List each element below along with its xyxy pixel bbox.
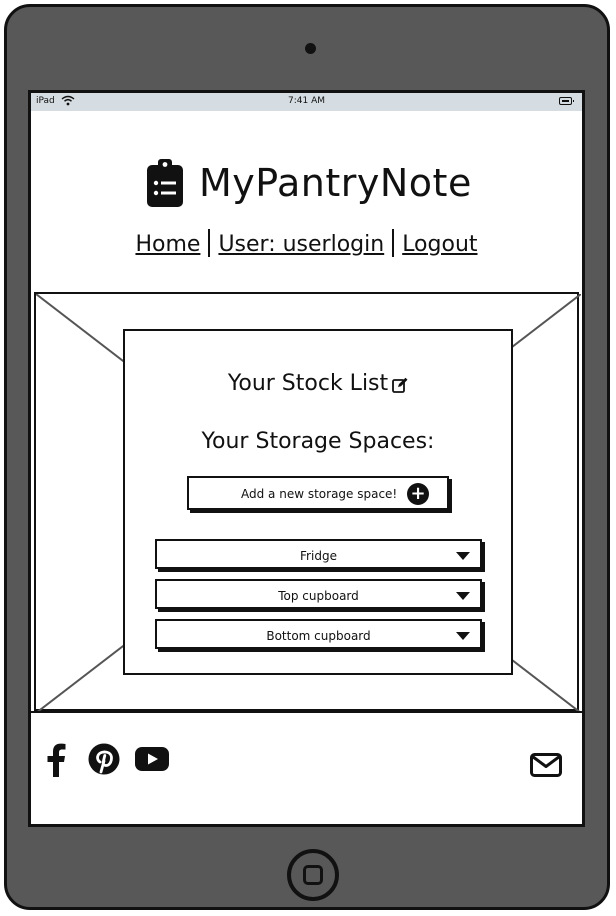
clipboard-list-icon bbox=[147, 159, 183, 211]
caret-down-icon bbox=[456, 632, 470, 640]
screen: iPad 7:41 AM MyPantryNote Home User: user… bbox=[28, 90, 585, 827]
plus-circle-icon: + bbox=[407, 483, 429, 505]
nav-user-link[interactable]: User: userlogin bbox=[218, 232, 384, 257]
stock-list-heading[interactable]: Your Stock List bbox=[125, 371, 511, 399]
nav-separator bbox=[392, 229, 395, 257]
storage-dropdown-top-cupboard[interactable]: Top cupboard bbox=[155, 579, 482, 609]
battery-icon bbox=[559, 97, 574, 105]
storage-card: Your Stock List Your Storage Spaces: Add… bbox=[123, 329, 513, 675]
brand-header: MyPantryNote bbox=[31, 153, 582, 213]
storage-dropdown-label: Fridge bbox=[300, 549, 337, 563]
caret-down-icon bbox=[456, 592, 470, 600]
nav-home-link[interactable]: Home bbox=[135, 232, 200, 257]
pinterest-icon[interactable] bbox=[88, 743, 120, 779]
storage-dropdown-label: Top cupboard bbox=[278, 589, 359, 603]
storage-dropdown-fridge[interactable]: Fridge bbox=[155, 539, 482, 569]
youtube-icon[interactable] bbox=[135, 747, 169, 775]
add-storage-space-button[interactable]: Add a new storage space! + bbox=[187, 476, 449, 510]
stock-list-title: Your Stock List bbox=[227, 371, 389, 396]
brand-name: MyPantryNote bbox=[199, 161, 472, 205]
nav-logout-link[interactable]: Logout bbox=[402, 232, 477, 257]
envelope-icon[interactable] bbox=[530, 753, 562, 781]
storage-spaces-title: Your Storage Spaces: bbox=[201, 429, 435, 454]
main-nav: Home User: userlogin Logout bbox=[31, 229, 582, 257]
caret-down-icon bbox=[456, 552, 470, 560]
edit-icon[interactable] bbox=[392, 374, 408, 399]
footer-divider bbox=[31, 711, 582, 713]
status-time: 7:41 AM bbox=[288, 96, 325, 106]
storage-dropdown-label: Bottom cupboard bbox=[266, 629, 371, 643]
home-hardware-button[interactable] bbox=[287, 849, 339, 901]
status-bar: iPad 7:41 AM bbox=[31, 93, 582, 111]
storage-dropdown-bottom-cupboard[interactable]: Bottom cupboard bbox=[155, 619, 482, 649]
camera-dot bbox=[305, 43, 316, 54]
add-storage-space-label: Add a new storage space! bbox=[241, 487, 398, 501]
nav-separator bbox=[208, 229, 211, 257]
facebook-icon[interactable] bbox=[45, 743, 67, 781]
